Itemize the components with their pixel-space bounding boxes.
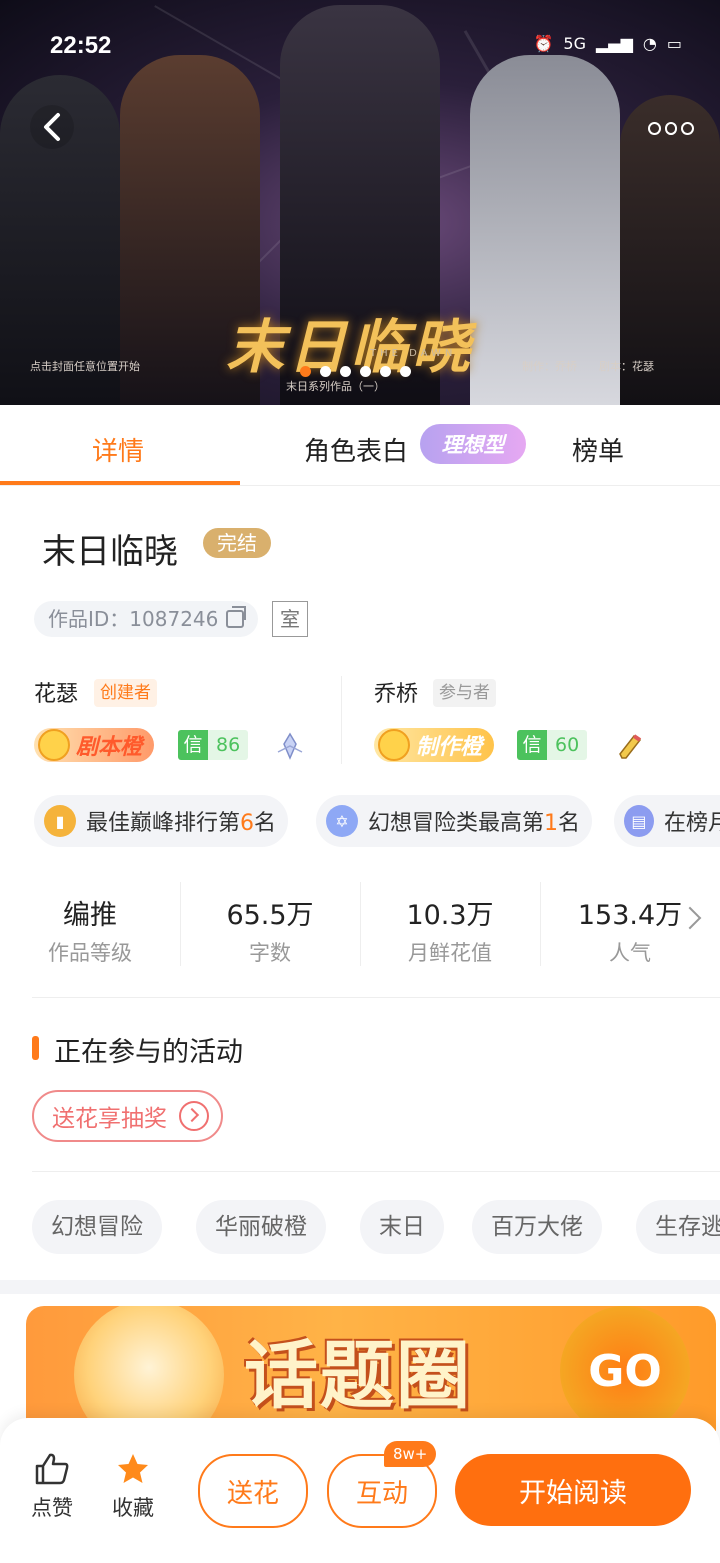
face-icon <box>38 729 70 761</box>
bar-chart-icon: ▮ <box>44 805 76 837</box>
rank-number: 6 <box>240 811 255 836</box>
tab-rankings[interactable]: 榜单 <box>572 431 624 468</box>
carousel-dot[interactable] <box>320 366 331 377</box>
ideal-type-badge[interactable]: 理想型 <box>420 424 526 464</box>
dot-icon <box>664 121 678 135</box>
carousel-indicator[interactable] <box>300 366 411 377</box>
status-icons: ⏰ 5G ▂▄▆ ◔ ▭ <box>533 34 682 53</box>
thumbs-up-icon <box>35 1453 69 1485</box>
author-name[interactable]: 乔桥 <box>374 676 418 708</box>
favorite-label: 收藏 <box>112 1496 154 1520</box>
genre-tag[interactable]: 华丽破橙 <box>196 1200 326 1254</box>
genre-tag[interactable]: 末日 <box>360 1200 444 1254</box>
carousel-dot[interactable] <box>400 366 411 377</box>
rank-chip[interactable]: ▮ 最佳巅峰排行第6名 <box>34 795 289 847</box>
carousel-dot[interactable] <box>300 366 311 377</box>
role-tag-participant: 参与者 <box>433 679 496 707</box>
script-level-badge[interactable]: 剧本橙 <box>34 728 155 762</box>
rank-chip-suffix: 名 <box>254 811 277 836</box>
calendar-icon: ▤ <box>624 805 654 837</box>
work-title: 末日临晓 <box>42 532 178 572</box>
face-icon <box>378 729 410 761</box>
section-separator <box>0 1280 720 1294</box>
crystal-icon <box>277 732 303 760</box>
bottom-action-bar: 点赞 收藏 送花 互动 8w+ 开始阅读 <box>0 1418 720 1563</box>
stat-monthly-flowers: 10.3万 月鲜花值 <box>406 900 494 965</box>
mascot-image <box>74 1306 224 1431</box>
dot-icon <box>681 121 695 135</box>
section-accent <box>32 1036 39 1060</box>
rank-chip[interactable]: ▤ 在榜月 <box>614 795 720 847</box>
banner-hint: 点击封面任意位置开始 <box>30 360 140 373</box>
tab-roles[interactable]: 角色表白 <box>304 431 408 468</box>
section-title-activities: 正在参与的活动 <box>54 1037 243 1068</box>
flower-lottery-label: 送花享抽奖 <box>52 1106 167 1132</box>
like-label: 点赞 <box>31 1496 73 1520</box>
flower-lottery-button[interactable]: 送花享抽奖 <box>32 1090 223 1142</box>
work-id-pill[interactable]: 作品ID：1087246 <box>34 601 259 637</box>
wifi-icon: ◔ <box>642 34 657 53</box>
alarm-icon: ⏰ <box>533 34 554 53</box>
pencil-icon <box>619 734 642 759</box>
room-button[interactable]: 室 <box>272 601 308 637</box>
divider <box>32 997 720 998</box>
network-label: 5G <box>563 34 586 53</box>
tab-bar: 详情 角色表白 理想型 榜单 <box>0 405 720 486</box>
rank-chip-suffix: 名 <box>558 811 581 836</box>
topic-circle-banner[interactable]: 话题圈 GO <box>26 1306 716 1431</box>
author-divider <box>341 676 342 764</box>
trust-score: 信 60 <box>517 730 588 760</box>
tab-active-indicator <box>0 481 240 485</box>
status-time: 22:52 <box>50 32 112 59</box>
trust-score: 信 86 <box>178 730 249 760</box>
tab-details[interactable]: 详情 <box>92 431 144 468</box>
genre-tag[interactable]: 幻想冒险 <box>32 1200 162 1254</box>
promo-text: 话题圈 <box>244 1333 472 1419</box>
like-button[interactable]: 点赞 <box>22 1452 82 1522</box>
stat-popularity: 153.4万 人气 <box>577 900 683 965</box>
production-level-badge[interactable]: 制作橙 <box>374 728 495 762</box>
dot-icon <box>648 121 661 135</box>
carousel-dot[interactable] <box>360 366 371 377</box>
chevron-left-icon <box>44 113 60 141</box>
author-name[interactable]: 花瑟 <box>34 676 78 708</box>
star-icon <box>118 1454 148 1483</box>
send-flower-button[interactable]: 送花 <box>198 1454 308 1528</box>
carousel-dot[interactable] <box>380 366 391 377</box>
stat-level: 编推 作品等级 <box>48 900 132 965</box>
banner-subtitle: THE DAWN <box>370 348 457 359</box>
character-figure <box>470 55 620 405</box>
arrow-circle-icon <box>179 1101 209 1131</box>
divider <box>32 1171 720 1172</box>
start-reading-button[interactable]: 开始阅读 <box>455 1454 691 1526</box>
go-button[interactable]: GO <box>560 1306 690 1431</box>
cover-banner[interactable]: 22:52 ⏰ 5G ▂▄▆ ◔ ▭ 末日临晓 THE DAWN 末日系列作品（… <box>0 0 720 405</box>
work-id: 作品ID：1087246 <box>48 607 219 631</box>
back-button[interactable] <box>30 105 74 149</box>
banner-credits: 制作：乔桥 剧本：花瑟 <box>522 360 654 373</box>
star-of-david-icon: ✡ <box>326 805 358 837</box>
rank-chip-text: 在榜月 <box>663 811 720 836</box>
stat-word-count: 65.5万 字数 <box>226 900 314 965</box>
more-options-button[interactable] <box>648 108 695 148</box>
signal-icon: ▂▄▆ <box>595 34 633 53</box>
rank-chip-text: 幻想冒险类最高第 <box>368 811 545 836</box>
rank-number: 1 <box>544 811 559 836</box>
genre-tag[interactable]: 百万大佬 <box>472 1200 602 1254</box>
banner-series: 末日系列作品（一） <box>286 380 385 393</box>
rank-chip-text: 最佳巅峰排行第 <box>86 811 241 836</box>
genre-tag[interactable]: 生存逃 <box>636 1200 720 1254</box>
rank-chip[interactable]: ✡ 幻想冒险类最高第1名 <box>316 795 593 847</box>
role-tag-creator: 创建者 <box>94 679 157 707</box>
status-badge: 完结 <box>203 528 271 558</box>
battery-icon: ▭ <box>666 34 682 53</box>
copy-icon[interactable] <box>226 606 247 628</box>
favorite-button[interactable]: 收藏 <box>103 1452 163 1522</box>
carousel-dot[interactable] <box>340 366 351 377</box>
interact-count-badge: 8w+ <box>384 1441 437 1467</box>
